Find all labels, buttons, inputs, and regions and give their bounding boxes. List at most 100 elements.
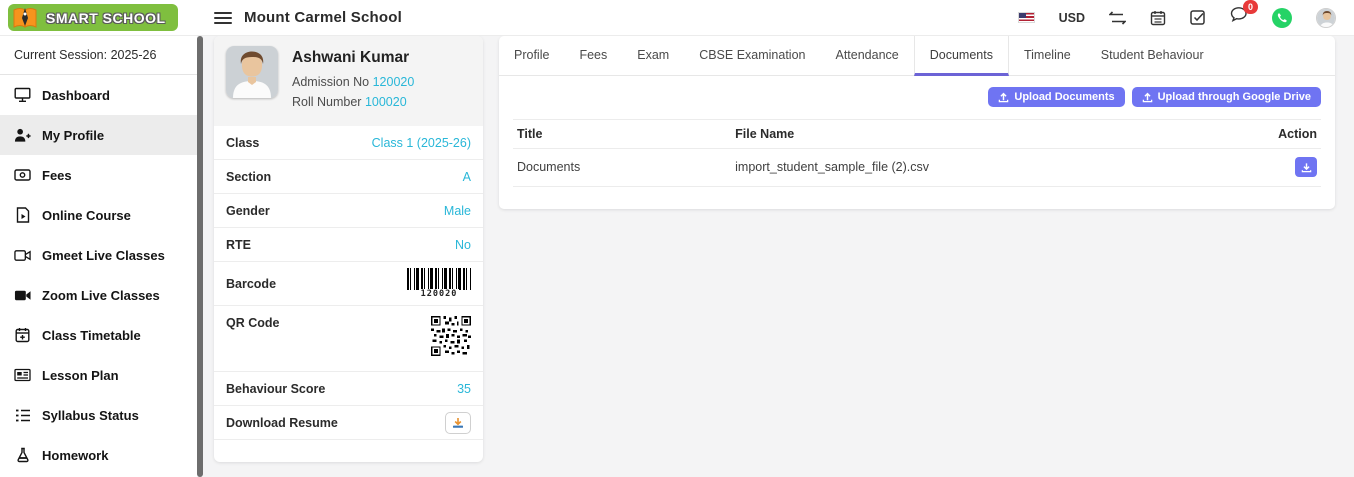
sidebar-item-gmeet-live-classes[interactable]: Gmeet Live Classes xyxy=(0,235,197,275)
tab-bar: Profile Fees Exam CBSE Examination Atten… xyxy=(499,36,1335,76)
qr-code-label: QR Code xyxy=(226,316,279,330)
currency-label[interactable]: USD xyxy=(1059,11,1085,25)
us-flag-icon[interactable] xyxy=(1018,12,1035,23)
sidebar-item-dashboard[interactable]: Dashboard xyxy=(0,75,197,115)
admission-label: Admission No xyxy=(292,75,369,89)
sidebar-item-label: My Profile xyxy=(42,128,104,143)
student-profile-card: Ashwani Kumar Admission No 120020 Roll N… xyxy=(214,36,483,462)
sidebar-item-label: Online Course xyxy=(42,208,131,223)
current-session-label: Current Session: 2025-26 xyxy=(0,36,197,75)
sidebar-item-syllabus-status[interactable]: Syllabus Status xyxy=(0,395,197,435)
roll-number-line: Roll Number 100020 xyxy=(292,92,414,112)
detail-label: Class xyxy=(226,136,259,150)
chat-icon[interactable]: 0 xyxy=(1229,7,1248,28)
tab-timeline[interactable]: Timeline xyxy=(1009,36,1086,75)
sidebar-item-fees[interactable]: Fees xyxy=(0,155,197,195)
sidebar-item-label: Lesson Plan xyxy=(42,368,119,383)
qr-code-image xyxy=(431,316,471,361)
detail-row-class: Class Class 1 (2025-26) xyxy=(214,126,483,160)
column-header-title: Title xyxy=(513,120,731,149)
document-title-cell: Documents xyxy=(513,149,731,187)
detail-value: Male xyxy=(444,204,471,218)
admission-no-value: 120020 xyxy=(373,75,415,89)
column-header-file-name: File Name xyxy=(731,120,1256,149)
download-resume-button[interactable] xyxy=(445,412,471,434)
detail-label: Section xyxy=(226,170,271,184)
column-header-action: Action xyxy=(1256,120,1321,149)
list-ol-icon xyxy=(14,407,31,424)
logo[interactable]: SMART SCHOOL xyxy=(0,4,198,31)
hamburger-menu-icon[interactable] xyxy=(214,9,232,27)
task-check-icon[interactable] xyxy=(1190,10,1205,25)
tab-profile[interactable]: Profile xyxy=(499,36,564,75)
roll-label: Roll Number xyxy=(292,95,361,109)
detail-row-section: Section A xyxy=(214,160,483,194)
tab-student-behaviour[interactable]: Student Behaviour xyxy=(1086,36,1219,75)
tab-cbse-examination[interactable]: CBSE Examination xyxy=(684,36,820,75)
barcode-image: 120020 xyxy=(407,268,471,299)
flask-icon xyxy=(14,447,31,464)
upload-google-drive-button[interactable]: Upload through Google Drive xyxy=(1132,87,1321,107)
dashboard-icon xyxy=(14,87,31,104)
detail-row-barcode: Barcode 120020 xyxy=(214,262,483,306)
newspaper-icon xyxy=(14,367,31,384)
student-name: Ashwani Kumar xyxy=(292,49,414,67)
sidebar-item-lesson-plan[interactable]: Lesson Plan xyxy=(0,355,197,395)
file-video-icon xyxy=(14,207,31,224)
sidebar-item-label: Class Timetable xyxy=(42,328,141,343)
document-file-name-cell: import_student_sample_file (2).csv xyxy=(731,149,1256,187)
tab-fees[interactable]: Fees xyxy=(564,36,622,75)
detail-label: Gender xyxy=(226,204,270,218)
sidebar-item-my-profile[interactable]: My Profile xyxy=(0,115,197,155)
top-header: SMART SCHOOL Mount Carmel School USD xyxy=(0,0,1354,36)
download-resume-label: Download Resume xyxy=(226,416,338,430)
behaviour-score-value: 35 xyxy=(457,382,471,396)
page-title: Mount Carmel School xyxy=(244,9,402,26)
download-document-button[interactable] xyxy=(1295,157,1317,177)
sidebar-item-label: Syllabus Status xyxy=(42,408,139,423)
sidebar-item-online-course[interactable]: Online Course xyxy=(0,195,197,235)
tab-exam[interactable]: Exam xyxy=(622,36,684,75)
whatsapp-icon[interactable] xyxy=(1272,8,1292,28)
detail-row-gender: Gender Male xyxy=(214,194,483,228)
detail-row-rte: RTE No xyxy=(214,228,483,262)
calendar-plus-icon xyxy=(14,327,31,344)
upload-icon xyxy=(1142,92,1153,103)
tab-documents[interactable]: Documents xyxy=(914,36,1009,76)
sidebar-item-label: Zoom Live Classes xyxy=(42,288,160,303)
chat-badge: 0 xyxy=(1243,0,1258,14)
upload-documents-button[interactable]: Upload Documents xyxy=(988,87,1124,107)
documents-table: Title File Name Action Documents import_… xyxy=(513,119,1321,187)
table-row: Documents import_student_sample_file (2)… xyxy=(513,149,1321,187)
roll-number-value: 100020 xyxy=(365,95,407,109)
upload-icon xyxy=(998,92,1009,103)
upload-google-drive-label: Upload through Google Drive xyxy=(1158,91,1311,103)
sidebar-item-homework[interactable]: Homework xyxy=(0,435,197,475)
user-avatar[interactable] xyxy=(1316,8,1336,28)
person-plus-icon xyxy=(14,127,31,144)
admission-no-line: Admission No 120020 xyxy=(292,72,414,92)
detail-value[interactable]: Class 1 (2025-26) xyxy=(372,136,471,150)
logo-text: SMART SCHOOL xyxy=(46,10,166,26)
behaviour-score-label: Behaviour Score xyxy=(226,382,325,396)
sidebar: Current Session: 2025-26 Dashboard My Pr… xyxy=(0,36,197,477)
video-outline-icon xyxy=(14,247,31,264)
money-icon xyxy=(14,167,31,184)
sidebar-item-zoom-live-classes[interactable]: Zoom Live Classes xyxy=(0,275,197,315)
barcode-label: Barcode xyxy=(226,277,276,291)
tab-attendance[interactable]: Attendance xyxy=(821,36,914,75)
sidebar-item-class-timetable[interactable]: Class Timetable xyxy=(0,315,197,355)
detail-value: No xyxy=(455,238,471,252)
upload-documents-label: Upload Documents xyxy=(1014,91,1114,103)
barcode-number: 120020 xyxy=(419,289,460,299)
video-filled-icon xyxy=(14,287,31,304)
sidebar-item-label: Gmeet Live Classes xyxy=(42,248,165,263)
exchange-icon[interactable] xyxy=(1109,11,1126,25)
detail-row-download-resume: Download Resume xyxy=(214,406,483,440)
detail-label: RTE xyxy=(226,238,251,252)
sidebar-item-label: Dashboard xyxy=(42,88,110,103)
calendar-icon[interactable] xyxy=(1150,10,1166,26)
detail-value: A xyxy=(463,170,471,184)
student-detail-panel: Profile Fees Exam CBSE Examination Atten… xyxy=(499,36,1335,209)
sidebar-item-label: Homework xyxy=(42,448,108,463)
